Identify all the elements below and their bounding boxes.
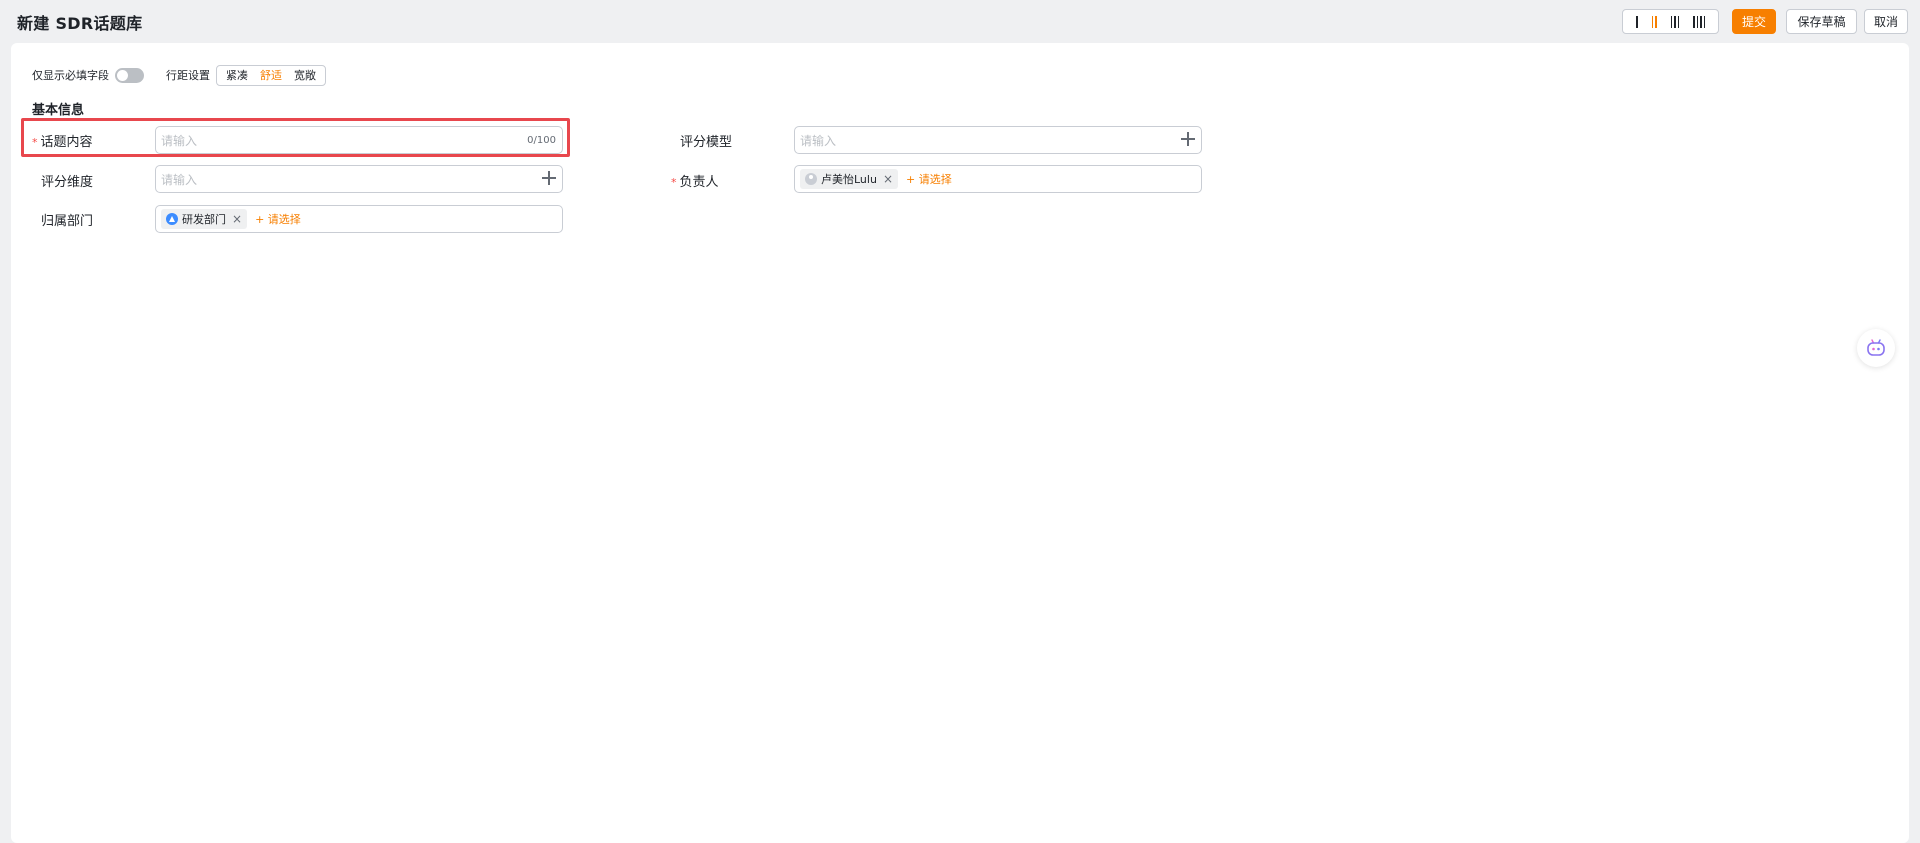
spacing-label: 行距设置 <box>166 69 210 82</box>
char-counter: 0/100 <box>527 135 556 146</box>
form-panel: 仅显示必填字段 行距设置 紧凑 舒适 宽敞 基本信息 <box>11 43 1909 843</box>
department-icon <box>166 213 178 225</box>
user-avatar-icon <box>805 173 817 185</box>
top-bar: 新建 SDR话题库 提交 保存草稿 取消 <box>0 0 1920 43</box>
remove-tag-icon[interactable]: × <box>232 212 242 226</box>
add-department-link[interactable]: + 请选择 <box>255 211 301 227</box>
topic-content-placeholder: 请输入 <box>161 133 198 148</box>
scoring-dimension-input[interactable]: 请输入 <box>155 165 563 193</box>
scoring-model-input[interactable]: 请输入 <box>794 126 1202 154</box>
plus-icon[interactable] <box>1181 132 1195 146</box>
required-mark: * <box>671 176 677 189</box>
cancel-button[interactable]: 取消 <box>1864 9 1908 34</box>
robot-icon <box>1867 339 1885 356</box>
scoring-model-placeholder: 请输入 <box>800 133 837 148</box>
owner-tag-label: 卢美怡Lulu <box>821 173 877 186</box>
topic-content-label: * 话题内容 <box>32 135 93 150</box>
scoring-model-label: 评分模型 <box>680 135 733 150</box>
required-only-toggle[interactable] <box>115 67 144 83</box>
scoring-dimension-placeholder: 请输入 <box>161 172 198 187</box>
ai-assistant-button[interactable] <box>1857 329 1895 367</box>
column-layout-switch[interactable] <box>1622 9 1719 34</box>
department-tag: 研发部门 × <box>161 209 248 229</box>
owner-label: * 负责人 <box>671 175 719 190</box>
topic-content-input[interactable]: 请输入 0/100 <box>155 126 563 154</box>
required-only-label: 仅显示必填字段 <box>32 69 109 82</box>
submit-button[interactable]: 提交 <box>1732 9 1776 34</box>
spacing-option-comfortable[interactable]: 舒适 <box>254 67 288 83</box>
form-settings-row: 仅显示必填字段 行距设置 紧凑 舒适 宽敞 <box>32 64 326 86</box>
three-column-option[interactable] <box>1669 15 1682 28</box>
required-mark: * <box>32 136 38 149</box>
one-column-option[interactable] <box>1634 15 1640 28</box>
department-tag-label: 研发部门 <box>182 213 226 226</box>
department-label: 归属部门 <box>41 214 94 229</box>
department-selector[interactable]: 研发部门 × + 请选择 <box>155 205 563 233</box>
spacing-option-loose[interactable]: 宽敞 <box>288 67 322 83</box>
plus-icon[interactable] <box>542 171 556 185</box>
add-owner-link[interactable]: + 请选择 <box>906 171 952 187</box>
page-title: 新建 SDR话题库 <box>17 14 143 33</box>
owner-selector[interactable]: 卢美怡Lulu × + 请选择 <box>794 165 1202 193</box>
scoring-dimension-label: 评分维度 <box>41 175 94 190</box>
spacing-segmented-control: 紧凑 舒适 宽敞 <box>216 64 326 86</box>
section-title-basic-info: 基本信息 <box>32 103 85 118</box>
remove-tag-icon[interactable]: × <box>883 172 893 186</box>
spacing-option-compact[interactable]: 紧凑 <box>220 67 254 83</box>
two-column-option[interactable] <box>1650 15 1659 28</box>
four-column-option[interactable] <box>1691 15 1707 28</box>
save-draft-button[interactable]: 保存草稿 <box>1786 9 1857 34</box>
owner-tag: 卢美怡Lulu × <box>800 169 898 189</box>
